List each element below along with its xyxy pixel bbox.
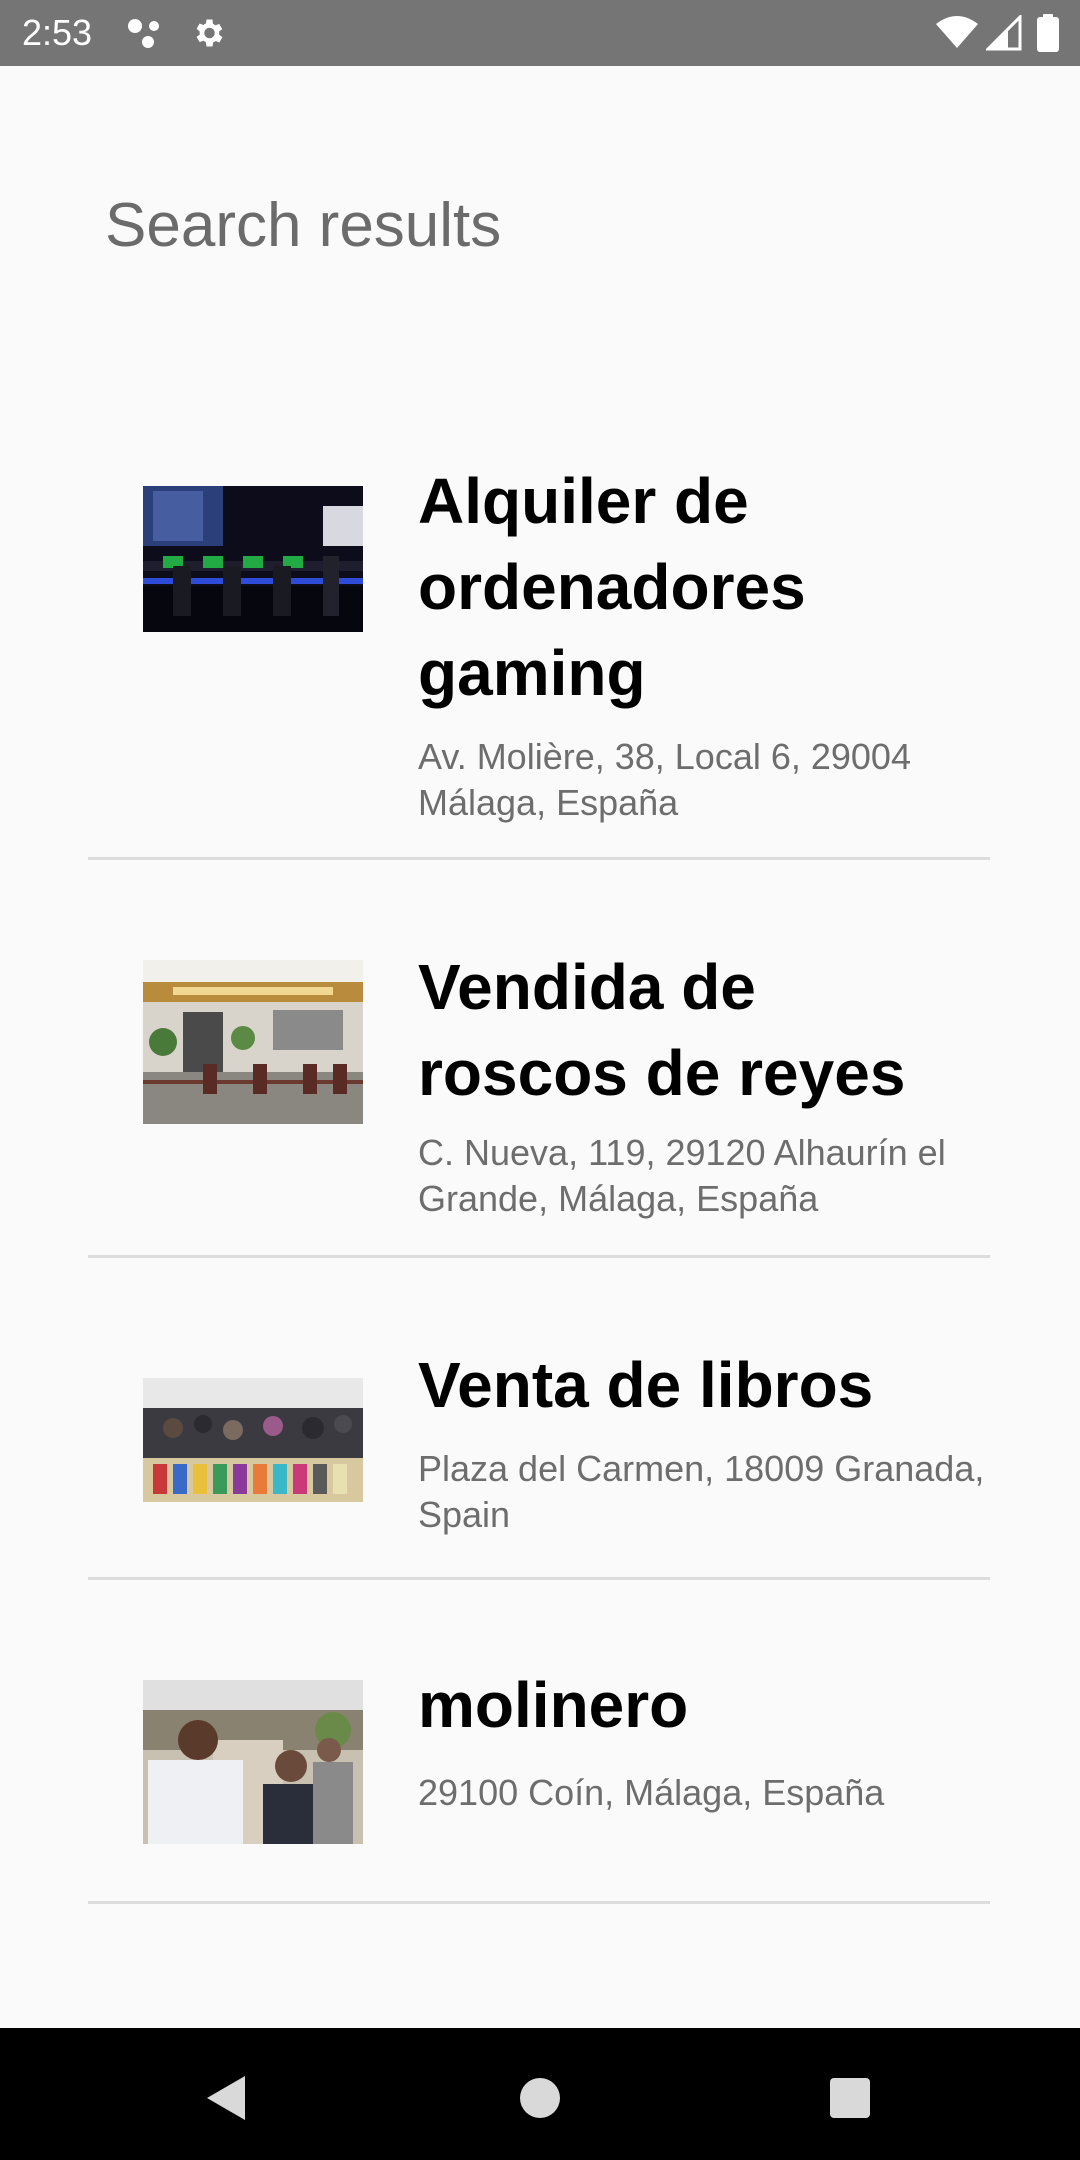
result-thumbnail (143, 486, 363, 632)
result-title: Venta de libros (418, 1349, 874, 1421)
status-time: 2:53 (22, 12, 93, 53)
assistant-dots-icon (126, 0, 166, 66)
back-icon[interactable] (186, 2058, 266, 2138)
status-bar: 2:53 (0, 0, 1080, 66)
result-address: Av. Molière, 38, Local 6, 29004 Málaga, … (418, 736, 911, 823)
result-title: molinero (418, 1669, 689, 1741)
result-thumbnail (143, 1378, 363, 1502)
result-item-4[interactable]: molinero 29100 Coín, Málaga, España (88, 1580, 990, 1904)
signal-icon (984, 0, 1024, 66)
result-thumbnail (143, 960, 363, 1124)
wifi-icon (934, 0, 980, 66)
result-address: Plaza del Carmen, 18009 Granada, Spain (418, 1448, 985, 1535)
result-thumbnail (143, 1680, 363, 1844)
result-item-1[interactable]: Alquiler de ordenadores gaming Av. Moliè… (88, 440, 990, 860)
page-title: Search results (105, 191, 502, 260)
result-title: Alquiler de ordenadores gaming (418, 465, 806, 709)
result-address: C. Nueva, 119, 29120 Alhaurín el Grande,… (418, 1132, 946, 1219)
result-item-3[interactable]: Venta de libros Plaza del Carmen, 18009 … (88, 1258, 990, 1580)
battery-icon (1034, 0, 1062, 66)
result-item-2[interactable]: Vendida de roscos de reyes C. Nueva, 119… (88, 860, 990, 1258)
result-address: 29100 Coín, Málaga, España (418, 1772, 885, 1813)
settings-gear-icon (188, 0, 228, 66)
recents-icon[interactable] (810, 2058, 890, 2138)
navigation-bar (0, 2028, 1080, 2160)
home-icon[interactable] (500, 2058, 580, 2138)
result-title: Vendida de roscos de reyes (418, 951, 906, 1109)
